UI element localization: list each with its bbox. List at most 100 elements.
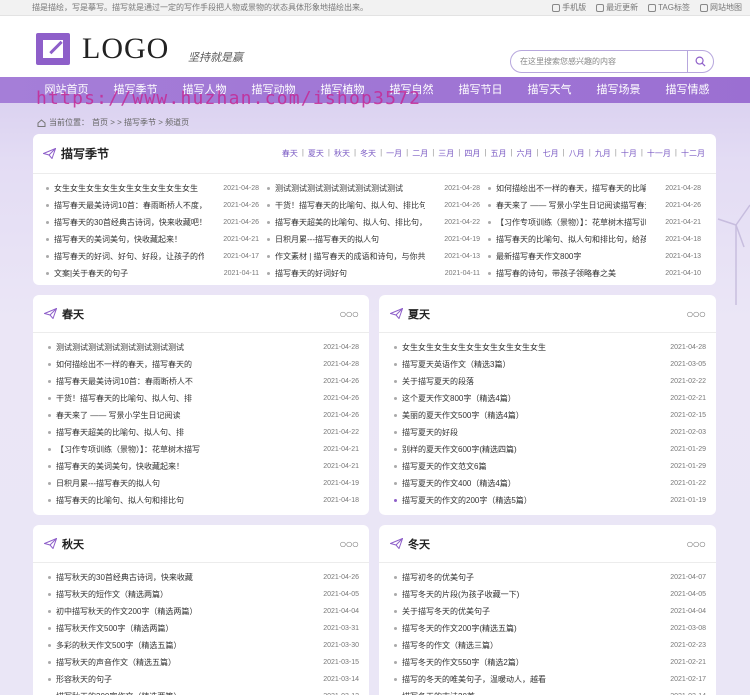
list-item[interactable]: 描写春的诗句，带孩子领略春之美 2021-04-10 bbox=[488, 265, 709, 282]
list-item-title[interactable]: 文案|关于春天的句子 bbox=[54, 268, 204, 279]
list-item-title[interactable]: 描写春的诗句，带孩子领略春之美 bbox=[496, 268, 646, 279]
list-item[interactable]: 描写春天的好词好句 2021-04-11 bbox=[267, 265, 488, 282]
list-item[interactable]: 描写秋天作文500字（精选两篇） 2021-03-31 bbox=[48, 620, 359, 637]
list-item-title[interactable]: 描写春天最美诗词10首：春雨断桥人不度， bbox=[54, 200, 204, 211]
list-item[interactable]: 描写春天最美诗词10首：春雨断桥人不度， 2021-04-26 bbox=[46, 197, 267, 214]
list-item-title[interactable]: 描写春天的美词美句，快收藏起来！ bbox=[56, 461, 317, 472]
season-tag[interactable]: 冬天 bbox=[360, 148, 376, 159]
nav-home[interactable]: 网站首页 bbox=[32, 77, 101, 103]
list-item-title[interactable]: 描写春天的比喻句、拟人句和排比句 bbox=[56, 495, 317, 506]
list-item[interactable]: 描写春天的美词美句，快收藏起来！ 2021-04-21 bbox=[48, 458, 359, 475]
list-item-title[interactable]: 描写夏天的作文范文6篇 bbox=[402, 461, 664, 472]
season-tag[interactable]: 五月 bbox=[490, 148, 506, 159]
logo[interactable]: LOGO bbox=[36, 32, 169, 66]
more-icon[interactable]: ○○○ bbox=[339, 307, 359, 321]
list-item-title[interactable]: 描写春天的好词、好句、好段，让孩子的作文 bbox=[54, 251, 204, 262]
list-item[interactable]: 描写冬天的古诗20首2021-02-14 bbox=[394, 688, 706, 695]
breadcrumb-path[interactable]: 首页 > > 描写季节 > 频道页 bbox=[92, 117, 189, 128]
list-item[interactable]: 美丽的夏天作文500字（精选4篇） 2021-02-15 bbox=[394, 407, 706, 424]
list-item-title[interactable]: 描写冬天的古诗20首 bbox=[402, 691, 664, 695]
list-item[interactable]: 描写冬天的作文550字（精选2篇） 2021-02-21 bbox=[394, 654, 706, 671]
list-item-title[interactable]: 描写春天超美的比喻句、拟人句、排 bbox=[56, 427, 317, 438]
list-item[interactable]: 描写秋天的300字作文（精选两篇）2021-03-12 bbox=[48, 688, 359, 695]
list-item[interactable]: 女生女生女生女生女生女生女生女生女生 2021-04-28 bbox=[394, 339, 706, 356]
list-item-title[interactable]: 描写夏天的好段 bbox=[402, 427, 664, 438]
nav-emotions[interactable]: 描写情感 bbox=[653, 77, 722, 103]
list-item-title[interactable]: 多彩的秋天作文500字（精选五篇） bbox=[56, 640, 317, 651]
list-item[interactable]: 日积月累---描写春天的拟人句 2021-04-19 bbox=[267, 231, 488, 248]
list-item[interactable]: 【习作专项训练（景物）】：花草树木描写训 2021-04-21 bbox=[488, 214, 709, 231]
list-item-title[interactable]: 描写夏天的作文400（精选4篇） bbox=[402, 478, 664, 489]
list-item[interactable]: 描写冬天的片段(为孩子收藏一下) 2021-04-05 bbox=[394, 586, 706, 603]
more-icon[interactable]: ○○○ bbox=[339, 537, 359, 551]
list-item-title[interactable]: 描写春天的美词美句，快收藏起来！ bbox=[54, 234, 204, 245]
list-item[interactable]: 如何描绘出不一样的春天，描写春天的 2021-04-28 bbox=[48, 356, 359, 373]
list-item[interactable]: 关于描写夏天的段落 2021-02-22 bbox=[394, 373, 706, 390]
list-item-title[interactable]: 日积月累---描写春天的拟人句 bbox=[56, 478, 317, 489]
nav-scenes[interactable]: 描写场景 bbox=[584, 77, 653, 103]
list-item-title[interactable]: 测试测试测试测试测试测试测试测试 bbox=[275, 183, 425, 194]
list-item[interactable]: 描写夏天的作文400（精选4篇） 2021-01-22 bbox=[394, 475, 706, 492]
list-item[interactable]: 描写秋天的30首经典古诗词，快来收藏 2021-04-26 bbox=[48, 569, 359, 586]
tag-link[interactable]: TAG标签 bbox=[648, 2, 690, 13]
list-item-title[interactable]: 描写秋天的30首经典古诗词，快来收藏 bbox=[56, 572, 317, 583]
list-item[interactable]: 初中描写秋天的作文200字（精选两篇） 2021-04-04 bbox=[48, 603, 359, 620]
tag-link-text[interactable]: TAG标签 bbox=[658, 2, 690, 13]
list-item[interactable]: 描写的冬天的唯美句子，温暖动人，越看 2021-02-17 bbox=[394, 671, 706, 688]
list-item[interactable]: 描写春天超美的比喻句、拟人句、排比句，还 2021-04-22 bbox=[267, 214, 488, 231]
list-item-title[interactable]: 描写秋天的短作文（精选两篇） bbox=[56, 589, 317, 600]
list-item-title[interactable]: 日积月累---描写春天的拟人句 bbox=[275, 234, 425, 245]
list-item-title[interactable]: 描写的冬天的唯美句子，温暖动人，越看 bbox=[402, 674, 664, 685]
list-item[interactable]: 描写夏天的作文的200字（精选5篇） 2021-01-19 bbox=[394, 492, 706, 509]
season-tag[interactable]: 八月 bbox=[569, 148, 585, 159]
list-item-title[interactable]: 美丽的夏天作文500字（精选4篇） bbox=[402, 410, 664, 421]
season-tag[interactable]: 十二月 bbox=[681, 148, 705, 159]
list-item[interactable]: 别样的夏天作文600字(精选四篇) 2021-01-29 bbox=[394, 441, 706, 458]
list-item[interactable]: 干货！描写春天的比喻句、拟人句、排比句！ 2021-04-26 bbox=[267, 197, 488, 214]
list-item[interactable]: 描写春天的好词、好句、好段，让孩子的作文 2021-04-17 bbox=[46, 248, 267, 265]
list-item[interactable]: 描写春天最美诗词10首：春雨断桥人不 2021-04-26 bbox=[48, 373, 359, 390]
season-tag[interactable]: 秋天 bbox=[334, 148, 350, 159]
season-tag[interactable]: 夏天 bbox=[308, 148, 324, 159]
list-item-title[interactable]: 最新描写春天作文800字 bbox=[496, 251, 646, 262]
nav-people[interactable]: 描写人物 bbox=[170, 77, 239, 103]
list-item-title[interactable]: 描写初冬的优美句子 bbox=[402, 572, 664, 583]
list-item-title[interactable]: 描写秋天作文500字（精选两篇） bbox=[56, 623, 317, 634]
list-item[interactable]: 描写春天的比喻句、拟人句和排比句，给孩子 2021-04-18 bbox=[488, 231, 709, 248]
list-item-title[interactable]: 【习作专项训练（景物）】：花草树木描写训 bbox=[496, 217, 646, 228]
list-item-title[interactable]: 描写冬天的作文200字(精选五篇) bbox=[402, 623, 664, 634]
list-item-title[interactable]: 初中描写秋天的作文200字（精选两篇） bbox=[56, 606, 317, 617]
list-item-title[interactable]: 【习作专项训练（景物）】：花草树木描写 bbox=[56, 444, 317, 455]
list-item-title[interactable]: 干货！描写春天的比喻句、拟人句、排 bbox=[56, 393, 317, 404]
list-item-title[interactable]: 作文素材 | 描写春天的成语和诗句，与你共赏 bbox=[275, 251, 425, 262]
list-item[interactable]: 文案|关于春天的句子 2021-04-11 bbox=[46, 265, 267, 282]
list-item[interactable]: 如何描绘出不一样的春天，描写春天的比喻 2021-04-28 bbox=[488, 180, 709, 197]
list-item[interactable]: 描写夏天的作文范文6篇 2021-01-29 bbox=[394, 458, 706, 475]
season-tag[interactable]: 一月 bbox=[386, 148, 402, 159]
mobile-link[interactable]: 手机版 bbox=[552, 2, 586, 13]
season-tag[interactable]: 十一月 bbox=[647, 148, 671, 159]
list-item[interactable]: 春天来了 —— 写景小学生日记阅读描写春天 2021-04-26 bbox=[488, 197, 709, 214]
season-tag[interactable]: 四月 bbox=[464, 148, 480, 159]
recent-link-text[interactable]: 最近更新 bbox=[606, 2, 638, 13]
list-item-title[interactable]: 如何描绘出不一样的春天，描写春天的 bbox=[56, 359, 317, 370]
list-item-title[interactable]: 这个夏天作文800字（精选4篇） bbox=[402, 393, 664, 404]
sitemap-link-text[interactable]: 网站地图 bbox=[710, 2, 742, 13]
season-tag[interactable]: 六月 bbox=[517, 148, 533, 159]
list-item[interactable]: 描写春天的比喻句、拟人句和排比句 2021-04-18 bbox=[48, 492, 359, 509]
list-item-title[interactable]: 春天来了 —— 写景小学生日记阅读描写春天 bbox=[496, 200, 646, 211]
mobile-link-text[interactable]: 手机版 bbox=[562, 2, 586, 13]
list-item-title[interactable]: 描写夏天的作文的200字（精选5篇） bbox=[402, 495, 664, 506]
list-item[interactable]: 描写冬天的作文200字(精选五篇) 2021-03-08 bbox=[394, 620, 706, 637]
list-item-title[interactable]: 描写秋天的声音作文（精选五篇） bbox=[56, 657, 317, 668]
list-item-title[interactable]: 描写冬天的作文550字（精选2篇） bbox=[402, 657, 664, 668]
nav-nature[interactable]: 描写自然 bbox=[377, 77, 446, 103]
list-item[interactable]: 形容秋天的句子 2021-03-14 bbox=[48, 671, 359, 688]
list-item-title[interactable]: 关于描写夏天的段落 bbox=[402, 376, 664, 387]
list-item-title[interactable]: 形容秋天的句子 bbox=[56, 674, 317, 685]
list-item-title[interactable]: 描写春天的好词好句 bbox=[275, 268, 425, 279]
more-icon[interactable]: ○○○ bbox=[686, 307, 706, 321]
season-tag[interactable]: 七月 bbox=[543, 148, 559, 159]
list-item-title[interactable]: 描写冬天的片段(为孩子收藏一下) bbox=[402, 589, 664, 600]
list-item[interactable]: 测试测试测试测试测试测试测试测试 2021-04-28 bbox=[267, 180, 488, 197]
